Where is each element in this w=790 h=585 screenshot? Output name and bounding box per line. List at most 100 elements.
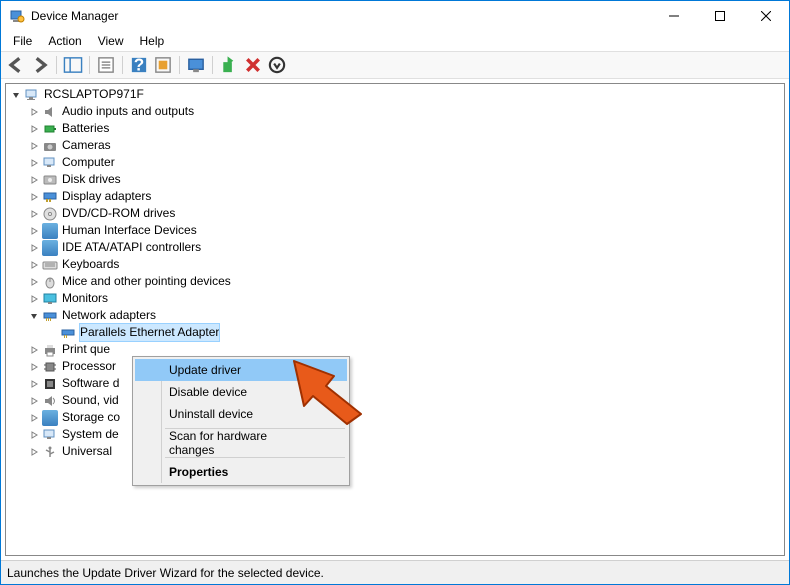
device-tree[interactable]: RCSLAPTOP971F Audio inputs and outputs B…: [5, 83, 785, 556]
tree-node-system[interactable]: System de: [6, 426, 784, 443]
tree-label: Display adapters: [62, 188, 151, 205]
expand-icon[interactable]: [28, 412, 40, 424]
tree-node-ide[interactable]: IDE ATA/ATAPI controllers: [6, 239, 784, 256]
expand-icon[interactable]: [28, 174, 40, 186]
expand-icon[interactable]: [28, 378, 40, 390]
menu-help[interactable]: Help: [132, 32, 173, 50]
tree-node-hid[interactable]: Human Interface Devices: [6, 222, 784, 239]
expand-icon[interactable]: [28, 140, 40, 152]
tree-node-monitors[interactable]: Monitors: [6, 290, 784, 307]
toolbar-separator: [56, 56, 57, 74]
tree-node-keyboards[interactable]: Keyboards: [6, 256, 784, 273]
window-title: Device Manager: [31, 9, 651, 23]
show-hide-tree-button[interactable]: [62, 54, 84, 76]
expand-icon[interactable]: [28, 429, 40, 441]
storage-icon: [42, 410, 58, 426]
context-item-label: Update driver: [169, 363, 241, 377]
tree-label: Cameras: [62, 137, 111, 154]
expand-icon[interactable]: [28, 293, 40, 305]
tree-node-mice[interactable]: Mice and other pointing devices: [6, 273, 784, 290]
context-uninstall-device[interactable]: Uninstall device: [135, 403, 347, 425]
expand-icon[interactable]: [28, 395, 40, 407]
expand-icon[interactable]: [28, 344, 40, 356]
toolbar-separator: [212, 56, 213, 74]
tree-node-network-adapter-item[interactable]: Parallels Ethernet Adapter: [6, 324, 784, 341]
tree-node-software[interactable]: Software d: [6, 375, 784, 392]
menu-view[interactable]: View: [90, 32, 132, 50]
title-bar: Device Manager: [1, 1, 789, 31]
disable-button[interactable]: [266, 54, 288, 76]
expand-icon[interactable]: [28, 208, 40, 220]
printer-icon: [42, 342, 58, 358]
tree-label: Sound, vid: [62, 392, 119, 409]
tree-node-processors[interactable]: Processor: [6, 358, 784, 375]
context-scan-hardware[interactable]: Scan for hardware changes: [135, 432, 347, 454]
tree-node-print[interactable]: Print que: [6, 341, 784, 358]
menu-file[interactable]: File: [5, 32, 40, 50]
context-properties[interactable]: Properties: [135, 461, 347, 483]
expand-icon[interactable]: [28, 242, 40, 254]
tree-label: Audio inputs and outputs: [62, 103, 194, 120]
tree-label: Monitors: [62, 290, 108, 307]
menu-action[interactable]: Action: [40, 32, 89, 50]
context-item-label: Uninstall device: [169, 407, 253, 421]
disk-icon: [42, 172, 58, 188]
close-button[interactable]: [743, 1, 789, 31]
svg-text:?: ?: [134, 55, 144, 75]
collapse-icon[interactable]: [28, 310, 40, 322]
action-button[interactable]: [152, 54, 174, 76]
tree-node-sound[interactable]: Sound, vid: [6, 392, 784, 409]
tree-node-cameras[interactable]: Cameras: [6, 137, 784, 154]
back-button[interactable]: [5, 54, 27, 76]
expand-icon[interactable]: [28, 157, 40, 169]
tree-node-batteries[interactable]: Batteries: [6, 120, 784, 137]
ide-icon: [42, 240, 58, 256]
forward-button[interactable]: [29, 54, 51, 76]
expand-icon[interactable]: [28, 259, 40, 271]
minimize-button[interactable]: [651, 1, 697, 31]
expand-icon[interactable]: [28, 225, 40, 237]
app-icon: [9, 8, 25, 24]
maximize-button[interactable]: [697, 1, 743, 31]
scan-hardware-button[interactable]: [185, 54, 207, 76]
network-icon: [42, 308, 58, 324]
context-update-driver[interactable]: Update driver: [135, 359, 347, 381]
tree-node-storage[interactable]: Storage co: [6, 409, 784, 426]
menu-bar: File Action View Help: [1, 31, 789, 51]
tree-label: Storage co: [62, 409, 120, 426]
expand-icon[interactable]: [28, 361, 40, 373]
mouse-icon: [42, 274, 58, 290]
tree-node-display[interactable]: Display adapters: [6, 188, 784, 205]
tree-node-computer[interactable]: Computer: [6, 154, 784, 171]
tree-label: System de: [62, 426, 119, 443]
system-icon: [42, 427, 58, 443]
status-text: Launches the Update Driver Wizard for th…: [7, 566, 324, 580]
battery-icon: [42, 121, 58, 137]
properties-button[interactable]: [95, 54, 117, 76]
context-item-label: Disable device: [169, 385, 247, 399]
tree-node-dvd[interactable]: DVD/CD-ROM drives: [6, 205, 784, 222]
update-driver-button[interactable]: [218, 54, 240, 76]
tree-node-usb[interactable]: Universal: [6, 443, 784, 460]
expand-icon[interactable]: [28, 106, 40, 118]
tree-label: Batteries: [62, 120, 109, 137]
context-menu: Update driver Disable device Uninstall d…: [132, 356, 350, 486]
tree-node-disk[interactable]: Disk drives: [6, 171, 784, 188]
computer-icon: [42, 155, 58, 171]
collapse-icon[interactable]: [10, 89, 22, 101]
expand-icon[interactable]: [28, 123, 40, 135]
tree-label: Human Interface Devices: [62, 222, 197, 239]
computer-icon: [24, 87, 40, 103]
expand-icon[interactable]: [28, 191, 40, 203]
tree-node-audio[interactable]: Audio inputs and outputs: [6, 103, 784, 120]
help-button[interactable]: ?: [128, 54, 150, 76]
tree-node-network[interactable]: Network adapters: [6, 307, 784, 324]
tree-root[interactable]: RCSLAPTOP971F: [6, 86, 784, 103]
context-disable-device[interactable]: Disable device: [135, 381, 347, 403]
expand-icon[interactable]: [28, 276, 40, 288]
expand-icon[interactable]: [28, 446, 40, 458]
status-bar: Launches the Update Driver Wizard for th…: [1, 560, 789, 584]
monitor-icon: [42, 291, 58, 307]
uninstall-button[interactable]: [242, 54, 264, 76]
usb-icon: [42, 444, 58, 460]
